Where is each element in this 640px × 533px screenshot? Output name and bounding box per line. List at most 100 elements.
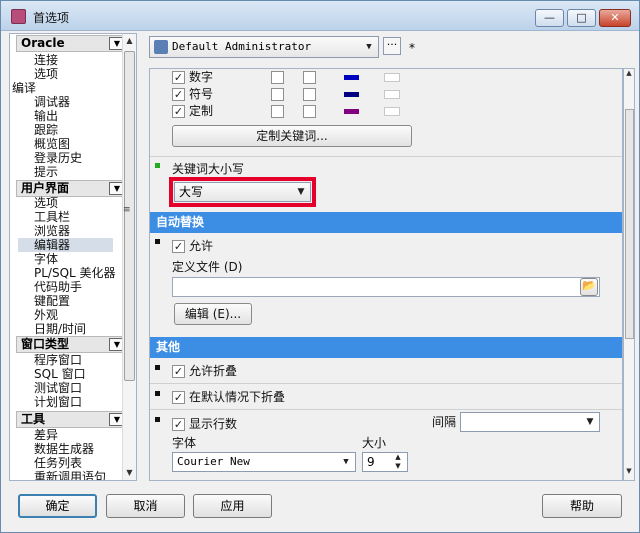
nav-item-test-window[interactable]: 测试窗口 [34, 381, 82, 395]
label-custom: 定制 [189, 104, 214, 118]
group-oracle[interactable]: Oracle ▼ [16, 35, 128, 52]
font-label: 字体 [172, 436, 197, 450]
section-marker [155, 365, 160, 370]
maximize-button[interactable]: □ [567, 9, 596, 27]
group-tools[interactable]: 工具 ▼ [16, 411, 128, 428]
settings-scrollbar[interactable]: ▲ ▼ [623, 68, 635, 481]
interval-label: 间隔 [432, 415, 457, 429]
nav-item-code-assistant[interactable]: 代码助手 [34, 280, 82, 294]
nav-item-output[interactable]: 输出 [34, 109, 58, 123]
chevron-down-icon: ▼ [586, 417, 594, 427]
checkbox-symbol-italic[interactable] [303, 88, 316, 101]
nav-item-data-generator[interactable]: 数据生成器 [34, 442, 94, 456]
preferences-window: 首选项 — □ ✕ Oracle ▼ 连接 选项 编译 调试器 输出 跟踪 概览图… [0, 0, 640, 533]
nav-item-task-list[interactable]: 任务列表 [34, 456, 82, 470]
nav-item-connection[interactable]: 连接 [34, 53, 58, 67]
minimize-button[interactable]: — [535, 9, 564, 27]
spin-arrows-icon[interactable]: ▲ ▼ [391, 453, 405, 471]
divider [150, 383, 622, 384]
profile-value: Default Administrator [172, 40, 312, 53]
group-label: Oracle [21, 36, 65, 50]
help-button[interactable]: 帮助 [542, 494, 622, 518]
group-label: 用户界面 [21, 181, 70, 195]
nav-item-diff[interactable]: 差异 [34, 428, 58, 442]
nav-item-hints[interactable]: 提示 [34, 165, 58, 179]
profile-options-button[interactable]: ··· [383, 37, 401, 55]
nav-item-key-config[interactable]: 键配置 [34, 294, 70, 308]
section-marker [155, 239, 160, 244]
checkbox-number[interactable]: ✓ [172, 71, 185, 84]
nav-item-toolbar[interactable]: 工具栏 [34, 210, 70, 224]
color-swatch-symbol[interactable] [344, 92, 359, 97]
interval-select[interactable]: ▼ [460, 412, 600, 432]
group-user-interface[interactable]: 用户界面 ▼ [16, 180, 128, 197]
bg-swatch-symbol[interactable] [384, 90, 400, 99]
scroll-up-icon[interactable]: ▲ [123, 34, 136, 48]
nav-item-browser[interactable]: 浏览器 [34, 224, 70, 238]
nav-item-editor[interactable]: 编辑器 [18, 238, 113, 252]
keyword-case-value: 大写 [179, 185, 204, 199]
bg-swatch-number[interactable] [384, 73, 400, 82]
custom-keywords-button[interactable]: 定制关键词... [172, 125, 412, 147]
keyword-case-select[interactable]: 大写 ▼ [174, 182, 311, 202]
nav-item-oracle-options[interactable]: 选项 [34, 67, 58, 81]
scroll-down-icon[interactable]: ▼ [624, 467, 634, 479]
checkbox-custom-bold[interactable] [271, 105, 284, 118]
show-line-numbers-label: 显示行数 [189, 417, 238, 431]
apply-button[interactable]: 应用 [193, 494, 272, 518]
nav-item-appearance[interactable]: 外观 [34, 308, 58, 322]
checkbox-custom-italic[interactable] [303, 105, 316, 118]
scroll-thumb[interactable] [124, 51, 135, 381]
definition-file-input[interactable] [172, 277, 600, 297]
group-window-types[interactable]: 窗口类型 ▼ [16, 336, 128, 353]
divider [150, 409, 622, 410]
category-list: Oracle ▼ 连接 选项 编译 调试器 输出 跟踪 概览图 登录历史 提示 用… [9, 33, 137, 481]
nav-item-plan-window[interactable]: 计划窗口 [34, 395, 82, 409]
splitter-grip-icon[interactable]: ≡ [123, 205, 131, 215]
scroll-down-icon[interactable]: ▼ [123, 466, 136, 480]
label-number: 数字 [189, 70, 214, 84]
nav-item-login-history[interactable]: 登录历史 [34, 151, 82, 165]
checkbox-symbol[interactable]: ✓ [172, 88, 185, 101]
checkbox-number-bold[interactable] [271, 71, 284, 84]
font-value: Courier New [177, 455, 250, 468]
checkbox-show-line-numbers[interactable]: ✓ [172, 418, 185, 431]
checkbox-custom[interactable]: ✓ [172, 105, 185, 118]
section-autoreplace-header: 自动替换 [150, 212, 622, 233]
scroll-up-icon[interactable]: ▲ [624, 69, 634, 81]
nav-item-ui-options[interactable]: 选项 [34, 196, 58, 210]
fold-default-label: 在默认情况下折叠 [189, 390, 286, 404]
checkbox-allow-autoreplace[interactable]: ✓ [172, 240, 185, 253]
nav-item-trace[interactable]: 跟踪 [34, 123, 58, 137]
bg-swatch-custom[interactable] [384, 107, 400, 116]
color-swatch-number[interactable] [344, 75, 359, 80]
color-swatch-custom[interactable] [344, 109, 359, 114]
chevron-down-icon: ▼ [366, 42, 372, 52]
profile-select[interactable]: Default Administrator ▼ [149, 36, 379, 58]
cancel-button[interactable]: 取消 [106, 494, 185, 518]
section-other-header: 其他 [150, 337, 622, 358]
close-button[interactable]: ✕ [599, 9, 631, 27]
scroll-thumb[interactable] [625, 109, 634, 339]
nav-item-sql-window[interactable]: SQL 窗口 [34, 367, 86, 381]
folder-open-icon[interactable]: 📂 [580, 278, 598, 296]
checkbox-fold-default[interactable]: ✓ [172, 391, 185, 404]
checkbox-symbol-bold[interactable] [271, 88, 284, 101]
chevron-down-icon: ▼ [297, 187, 305, 197]
nav-item-datetime[interactable]: 日期/时间 [34, 322, 86, 336]
font-select[interactable]: Courier New ▼ [172, 452, 356, 472]
nav-item-overview[interactable]: 概览图 [34, 137, 70, 151]
nav-item-compile[interactable]: 编译 [12, 81, 36, 95]
nav-item-font[interactable]: 字体 [34, 252, 58, 266]
nav-item-beautifier[interactable]: PL/SQL 美化器 [34, 266, 116, 280]
edit-definition-button[interactable]: 编辑 (E)... [174, 303, 252, 325]
window-title: 首选项 [33, 11, 70, 25]
sidebar-scrollbar[interactable]: ▲ ▼ [122, 34, 136, 480]
checkbox-number-italic[interactable] [303, 71, 316, 84]
nav-item-debugger[interactable]: 调试器 [34, 95, 70, 109]
ok-button[interactable]: 确定 [18, 494, 97, 518]
checkbox-allow-fold[interactable]: ✓ [172, 365, 185, 378]
size-stepper[interactable]: 9 ▲ ▼ [362, 452, 408, 472]
nav-item-recall-statement[interactable]: 重新调用语句 [34, 470, 106, 480]
nav-item-program-window[interactable]: 程序窗口 [34, 353, 82, 367]
